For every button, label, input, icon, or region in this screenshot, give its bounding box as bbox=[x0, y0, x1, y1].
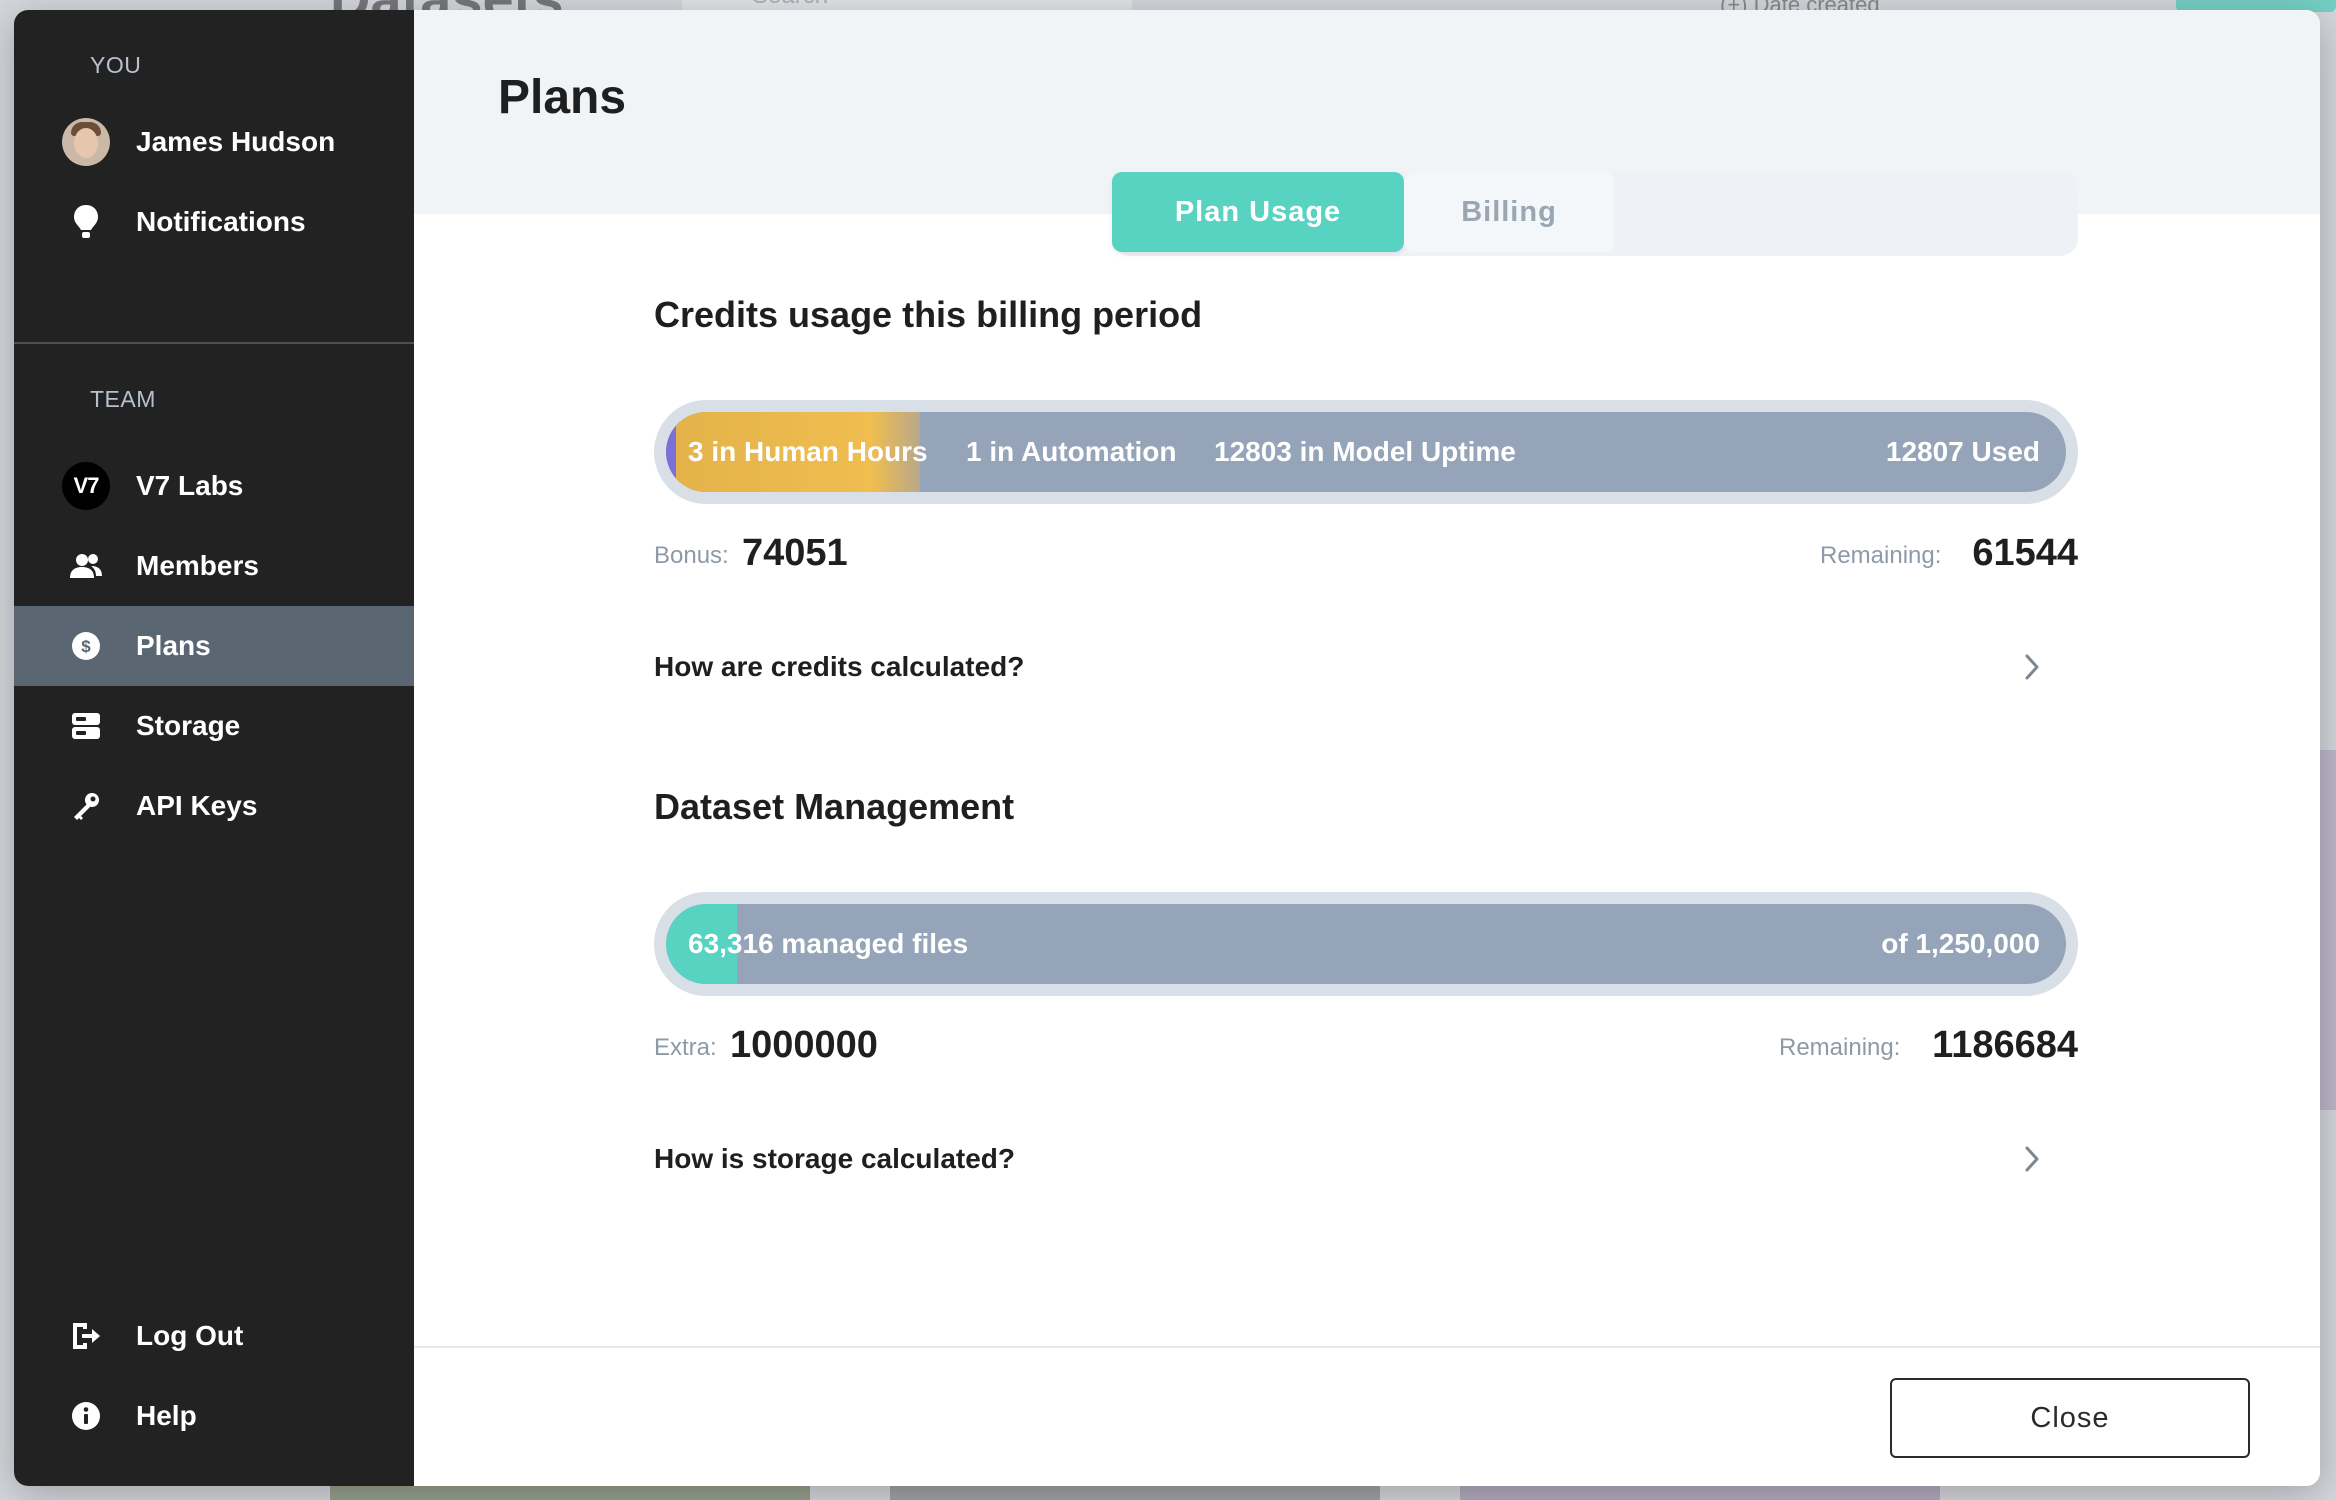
key-icon bbox=[62, 782, 110, 830]
credits-usage-bar: 3 in Human Hours 1 in Automation 12803 i… bbox=[654, 400, 2078, 504]
storage-help-link[interactable]: How is storage calculated? bbox=[654, 1135, 2078, 1183]
tab-plan-usage[interactable]: Plan Usage bbox=[1112, 172, 1404, 252]
extra-value: 1000000 bbox=[730, 1024, 878, 1066]
logout-icon bbox=[62, 1312, 110, 1360]
sidebar-item-log-out[interactable]: Log Out bbox=[14, 1296, 414, 1376]
sidebar-item-notifications[interactable]: Notifications bbox=[14, 182, 414, 262]
you-section-label: YOU bbox=[90, 52, 142, 78]
modal-footer: Close bbox=[414, 1346, 2320, 1486]
sidebar-divider bbox=[14, 342, 414, 344]
credits-help-link[interactable]: How are credits calculated? bbox=[654, 643, 2078, 691]
human-hours-label: 3 in Human Hours bbox=[688, 436, 928, 467]
credits-help-text: How are credits calculated? bbox=[654, 651, 1025, 682]
plan-tabs: Plan Usage Billing bbox=[1112, 172, 2078, 256]
background-thumbnail-right bbox=[2318, 750, 2336, 1110]
extra-label: Extra: bbox=[654, 1034, 717, 1061]
automation-label: 1 in Automation bbox=[966, 436, 1177, 467]
chevron-right-icon bbox=[2025, 654, 2039, 680]
sidebar-item-profile[interactable]: James Hudson bbox=[14, 102, 414, 182]
lightbulb-icon bbox=[62, 198, 110, 246]
background-thumbnail-strip bbox=[330, 1486, 810, 1500]
members-icon bbox=[62, 542, 110, 590]
storage-remaining-value: 1186684 bbox=[1932, 1024, 2078, 1066]
managed-files-label: 63,316 managed files bbox=[688, 928, 969, 959]
info-icon bbox=[62, 1392, 110, 1440]
v7-logo-icon: V7 bbox=[62, 462, 110, 510]
plans-content: Plans Plan Usage Billing Credits usage t… bbox=[414, 10, 2320, 1486]
sidebar-item-plans[interactable]: $ Plans bbox=[14, 606, 414, 686]
sidebar-item-label: Help bbox=[136, 1400, 197, 1431]
storage-usage-bar: 63,316 managed files of 1,250,000 bbox=[654, 892, 2078, 996]
credits-section-title: Credits usage this billing period bbox=[654, 294, 1203, 335]
storage-remaining-label: Remaining: bbox=[1779, 1034, 1901, 1061]
storage-help-text: How is storage calculated? bbox=[654, 1143, 1015, 1174]
sidebar-item-label: Members bbox=[136, 550, 259, 581]
team-section-label: TEAM bbox=[90, 386, 156, 412]
credits-used-label: 12807 Used bbox=[1885, 436, 2040, 467]
bonus-label: Bonus: bbox=[654, 542, 729, 569]
total-files-label: of 1,250,000 bbox=[1881, 928, 2040, 959]
tab-billing[interactable]: Billing bbox=[1404, 172, 1614, 252]
sidebar-item-label: Notifications bbox=[136, 206, 306, 237]
plans-modal: YOU James Hudson Notifications TEAM V7 V… bbox=[14, 10, 2320, 1486]
model-uptime-label: 12803 in Model Uptime bbox=[1214, 436, 1516, 467]
page-title: Plans bbox=[498, 71, 627, 124]
avatar bbox=[62, 118, 110, 166]
sidebar-item-label: API Keys bbox=[136, 790, 258, 821]
dataset-management-title: Dataset Management bbox=[654, 786, 1015, 827]
settings-sidebar: YOU James Hudson Notifications TEAM V7 V… bbox=[14, 10, 414, 1486]
storage-icon bbox=[62, 702, 110, 750]
dollar-icon: $ bbox=[62, 622, 110, 670]
sidebar-item-v7-labs[interactable]: V7 V7 Labs bbox=[14, 446, 414, 526]
background-thumbnail-strip bbox=[1460, 1486, 1940, 1500]
sidebar-item-label: James Hudson bbox=[136, 126, 336, 157]
svg-text:$: $ bbox=[81, 637, 91, 656]
sidebar-item-label: Storage bbox=[136, 710, 241, 741]
chevron-right-icon bbox=[2025, 1146, 2039, 1172]
credits-remaining-label: Remaining: bbox=[1820, 542, 1942, 569]
close-button[interactable]: Close bbox=[1890, 1378, 2250, 1458]
credits-bar-track: 3 in Human Hours 1 in Automation 12803 i… bbox=[666, 412, 2066, 492]
sidebar-item-api-keys[interactable]: API Keys bbox=[14, 766, 414, 846]
storage-bar-track: 63,316 managed files of 1,250,000 bbox=[666, 904, 2066, 984]
sidebar-item-label: Plans bbox=[136, 630, 211, 661]
sidebar-item-storage[interactable]: Storage bbox=[14, 686, 414, 766]
credits-remaining-value: 61544 bbox=[1972, 532, 2078, 574]
sidebar-item-help[interactable]: Help bbox=[14, 1376, 414, 1456]
sidebar-item-members[interactable]: Members bbox=[14, 526, 414, 606]
background-thumbnail-strip bbox=[890, 1486, 1380, 1500]
sidebar-item-label: Log Out bbox=[136, 1320, 244, 1351]
bonus-value: 74051 bbox=[742, 532, 848, 574]
sidebar-item-label: V7 Labs bbox=[136, 470, 244, 501]
